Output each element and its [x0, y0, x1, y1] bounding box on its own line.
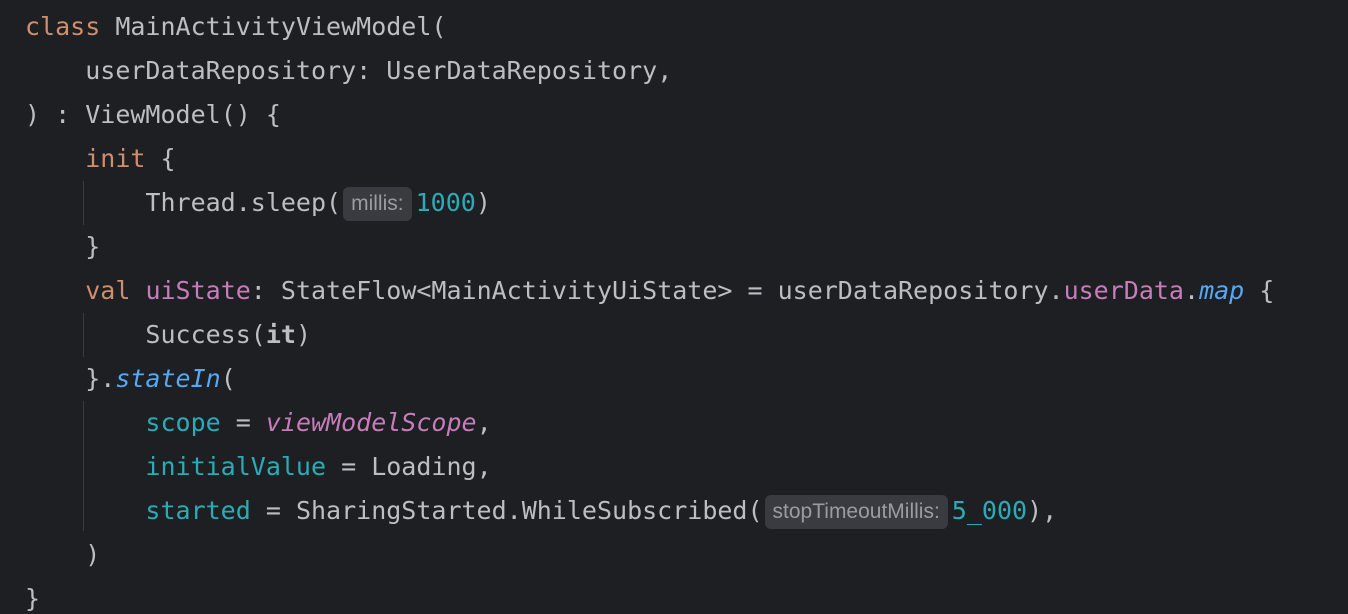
type-name: ViewModel [85, 100, 221, 129]
extension-function: map [1199, 276, 1245, 305]
punctuation: ) [295, 320, 312, 349]
keyword: val [85, 276, 131, 305]
named-argument: scope [145, 408, 221, 437]
punctuation: () { [220, 100, 281, 129]
punctuation: ) [25, 100, 41, 129]
operator: = [326, 452, 372, 481]
function-call: SharingStarted.WhileSubscribed( [295, 496, 763, 525]
punctuation: , [476, 408, 492, 437]
operator: = [250, 496, 296, 525]
parameter-hint: millis: [343, 187, 412, 221]
punctuation: } [25, 584, 41, 613]
code-line-1[interactable]: class MainActivityViewModel( [25, 5, 446, 49]
named-argument: started [145, 496, 251, 525]
number-literal: 1000 [415, 188, 476, 217]
named-argument: initialValue [145, 452, 327, 481]
code-line-7[interactable]: val uiState: StateFlow<MainActivityUiSta… [25, 269, 1274, 313]
function-call: Thread.sleep( [145, 188, 342, 217]
separator: : [40, 100, 86, 129]
number-literal: 5_000 [951, 496, 1028, 525]
code-line-4[interactable]: init { [25, 137, 176, 181]
punctuation: ( [220, 364, 236, 393]
code-line-5[interactable]: Thread.sleep(millis: 1000) [25, 181, 491, 225]
punctuation: , [476, 452, 492, 481]
punctuation: ) [475, 188, 491, 217]
punctuation: ), [1027, 496, 1058, 525]
code-line-14[interactable]: } [25, 577, 40, 614]
class-name: MainActivityViewModel [115, 12, 432, 41]
code-line-12[interactable]: started = SharingStarted.WhileSubscribed… [25, 489, 1057, 533]
code-line-13[interactable]: ) [25, 533, 100, 577]
separator: : [356, 56, 387, 85]
code-line-9[interactable]: }.stateIn( [25, 357, 236, 401]
punctuation: ( [431, 12, 447, 41]
parameter-hint: stopTimeoutMillis: [764, 495, 948, 529]
function-call: Success( [145, 320, 266, 349]
operator: = [220, 408, 266, 437]
code-line-10[interactable]: scope = viewModelScope, [25, 401, 492, 445]
parameter-name: userDataRepository [85, 56, 357, 85]
punctuation: , [657, 56, 673, 85]
punctuation: } [85, 232, 101, 261]
keyword: class [25, 12, 101, 41]
code-editor[interactable]: class MainActivityViewModel( userDataRep… [0, 0, 1348, 614]
punctuation: . [1184, 276, 1200, 305]
punctuation: ) [85, 540, 101, 569]
code-line-6[interactable]: } [25, 225, 100, 269]
code-line-8[interactable]: Success(it) [25, 313, 311, 357]
code-line-2[interactable]: userDataRepository: UserDataRepository, [25, 49, 672, 93]
implicit-it: it [265, 320, 296, 349]
code-line-3[interactable]: ) : ViewModel() { [25, 93, 281, 137]
global-property: viewModelScope [265, 408, 477, 437]
property-reference: userData [1063, 276, 1184, 305]
type-name: UserDataRepository [386, 56, 658, 85]
punctuation: { [1244, 276, 1275, 305]
code-line-11[interactable]: initialValue = Loading, [25, 445, 492, 489]
property-name: uiState [145, 276, 251, 305]
keyword: init [85, 144, 146, 173]
separator: : [250, 276, 281, 305]
extension-function: stateIn [115, 364, 221, 393]
value-reference: Loading [371, 452, 477, 481]
punctuation: { [145, 144, 176, 173]
type-expression: StateFlow<MainActivityUiState> = userDat… [280, 276, 1064, 305]
punctuation: }. [85, 364, 116, 393]
